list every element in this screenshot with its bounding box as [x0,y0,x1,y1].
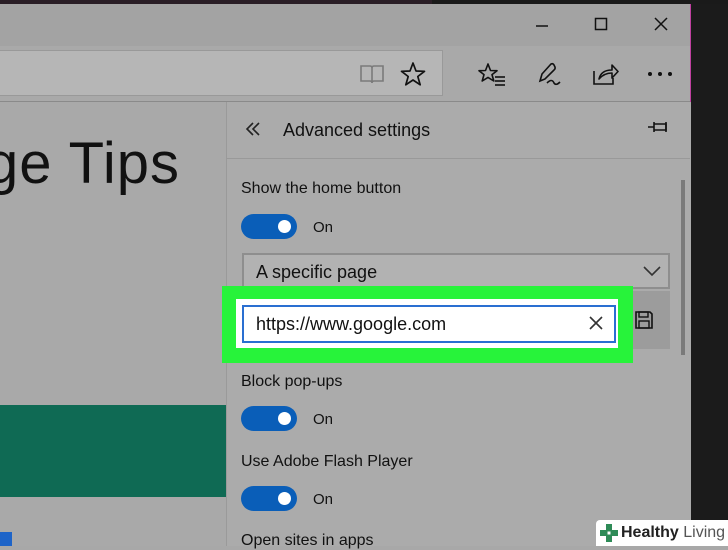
page-heading: ge Tips [0,131,180,196]
pin-button[interactable] [646,118,670,141]
favorites-list-icon [478,63,505,86]
popups-state: On [313,411,334,428]
save-icon-wrap [634,310,654,335]
toggle-knob [278,412,291,425]
home-button-toggle[interactable] [241,214,297,239]
popups-toggle[interactable] [241,406,297,431]
open-in-apps-label: Open sites in apps [241,532,374,549]
flash-label: Use Adobe Flash Player [241,453,413,470]
reading-view-icon [360,65,384,84]
save-icon [635,311,653,329]
chevron-down-icon [643,266,661,277]
toggle-knob [278,220,291,233]
popups-label: Block pop-ups [241,373,343,390]
minimize-icon [536,25,548,27]
close-icon [589,316,603,330]
watermark: Healthy Living [596,520,728,546]
double-chevron-left-icon [245,122,260,136]
flash-state: On [313,491,334,508]
notes-button[interactable] [532,58,564,90]
minimize-button[interactable] [527,10,557,38]
close-icon [654,17,668,31]
hub-button[interactable] [476,58,508,90]
home-page-select-value: A specific page [256,262,378,282]
star-icon [400,62,426,86]
toggle-knob [278,492,291,505]
more-button[interactable] [644,58,676,90]
watermark-brand-light: Living [683,524,726,541]
home-button-label: Show the home button [241,180,402,197]
more-icon [648,72,672,76]
pen-icon [538,62,561,86]
desktop-background [691,4,728,546]
pin-icon [648,122,667,132]
page-banner [0,405,226,497]
flash-toggle[interactable] [241,486,297,511]
share-icon [593,64,619,85]
watermark-brand: Healthy [621,524,679,541]
maximize-icon [594,17,608,31]
plus-logo-icon [600,524,618,542]
share-button[interactable] [589,58,621,90]
clear-url-button[interactable] [588,314,604,337]
panel-title: Advanced settings [283,120,431,140]
page-element [0,532,12,546]
panel-scrollbar[interactable] [681,180,685,355]
dropdown-chevron [642,264,662,282]
watermark-text: Healthy Living [621,524,725,542]
back-button[interactable] [244,118,262,144]
reading-view-button[interactable] [356,58,388,90]
home-page-url-input[interactable] [242,305,616,343]
favorite-button[interactable] [397,58,429,90]
close-button[interactable] [646,10,676,38]
home-button-state: On [313,219,334,236]
maximize-button[interactable] [586,10,616,38]
